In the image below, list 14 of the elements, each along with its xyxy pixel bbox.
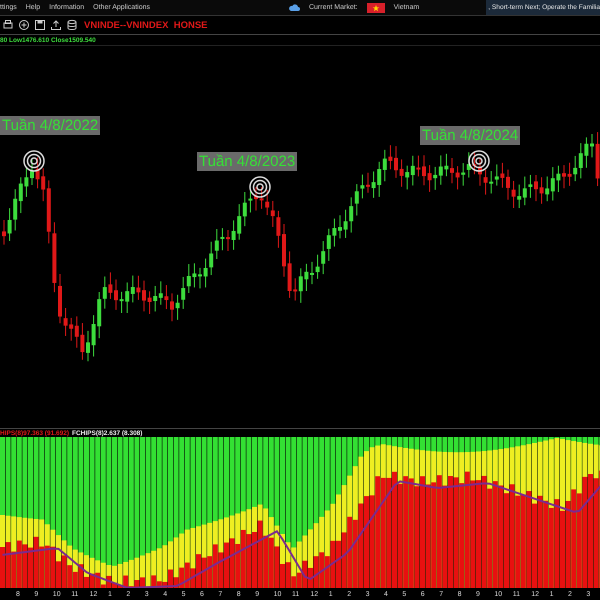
flag-icon [366, 2, 385, 12]
target-icon [249, 176, 271, 198]
target-icon [23, 150, 45, 172]
symbol-title: VNINDE--VNINDEX HONSE [84, 20, 208, 30]
add-circle-icon[interactable] [18, 19, 30, 31]
annotation-label: Tuần 4/8/2023 [197, 152, 298, 171]
cloud-icon [288, 3, 300, 12]
annotation-label: Tuần 4/8/2024 [420, 126, 520, 145]
database-icon[interactable] [66, 19, 78, 31]
annotation-label: Tuần 4/8/2022 [0, 116, 100, 135]
save-icon[interactable] [34, 19, 46, 31]
upload-icon[interactable] [50, 19, 62, 31]
printer-icon[interactable] [2, 19, 14, 31]
target-icon [468, 150, 490, 172]
